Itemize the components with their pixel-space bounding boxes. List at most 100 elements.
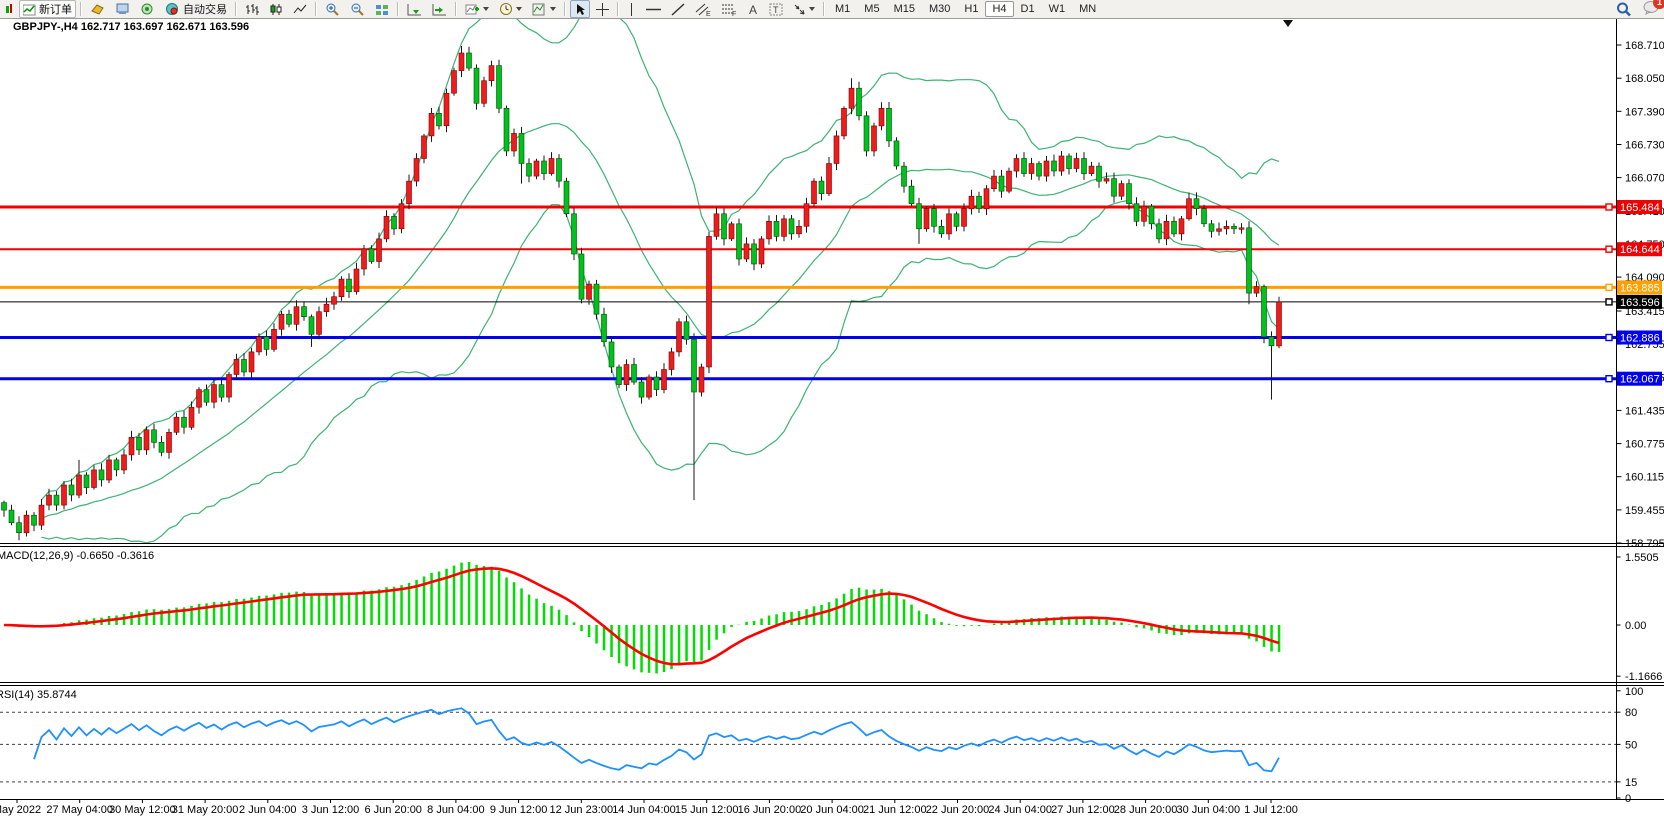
- autotrading-icon: [165, 2, 180, 16]
- svg-text:1.5505: 1.5505: [1625, 552, 1659, 564]
- svg-text:3 Jun 12:00: 3 Jun 12:00: [302, 804, 360, 816]
- vertical-line-button[interactable]: [623, 0, 640, 18]
- clock-icon: [499, 2, 513, 16]
- mini-candle-icon: [5, 3, 13, 16]
- objects-group: [460, 0, 561, 18]
- chart-canvas[interactable]: 168.710168.050167.390166.730166.070165.4…: [0, 0, 1664, 819]
- svg-text:80: 80: [1625, 707, 1637, 719]
- candlestick-chart-button[interactable]: [265, 0, 287, 18]
- cursor-button[interactable]: [570, 0, 590, 18]
- svg-text:A: A: [749, 3, 757, 16]
- toolbar-separator: [80, 2, 82, 16]
- arrows-caret-icon: [809, 7, 815, 11]
- new-order-button[interactable]: 新订单: [19, 0, 76, 18]
- text-icon: A: [747, 3, 759, 16]
- chart-ohlc-header: GBPJPY-,H4 162.717 163.697 162.671 163.5…: [13, 21, 249, 33]
- chart-shift-marker: [1283, 20, 1293, 27]
- line-chart-button[interactable]: [289, 0, 311, 18]
- equidistant-channel-button[interactable]: E: [691, 0, 715, 18]
- trendline-icon: [671, 3, 685, 16]
- text-button[interactable]: A: [743, 0, 763, 18]
- new-order-icon: [23, 3, 36, 16]
- candlestick-chart-icon: [269, 3, 283, 16]
- templates-button[interactable]: [528, 0, 560, 18]
- tile-windows-button[interactable]: [371, 0, 393, 18]
- timeframe-m30[interactable]: M30: [922, 1, 957, 17]
- timeframe-w1[interactable]: W1: [1042, 1, 1073, 17]
- vertical-line-icon: [627, 3, 636, 16]
- timeframe-m15[interactable]: M15: [887, 1, 922, 17]
- zoom-in-button[interactable]: [321, 0, 344, 18]
- svg-text:F: F: [732, 11, 736, 16]
- hline-handle: [1606, 299, 1612, 305]
- svg-text:21 Jun 12:00: 21 Jun 12:00: [863, 804, 927, 816]
- zoom-out-icon: [350, 2, 365, 16]
- toolbar-separator: [235, 2, 237, 16]
- svg-text:162.886: 162.886: [1620, 333, 1660, 345]
- scroll-group: [402, 0, 452, 18]
- new-order-label: 新订单: [39, 1, 72, 17]
- svg-text:166.730: 166.730: [1625, 140, 1664, 152]
- svg-text:165.484: 165.484: [1620, 202, 1660, 214]
- indicators-button[interactable]: [461, 0, 493, 18]
- search-button[interactable]: [1612, 0, 1636, 18]
- line-chart-icon: [293, 3, 307, 16]
- toolbar-separator: [315, 2, 317, 16]
- navigator-icon: [140, 2, 155, 16]
- data-window-button[interactable]: [111, 0, 134, 18]
- timeframe-mn[interactable]: MN: [1072, 1, 1103, 17]
- svg-text:100: 100: [1625, 686, 1643, 698]
- timeframe-d1[interactable]: D1: [1014, 1, 1042, 17]
- svg-text:22 Jun 20:00: 22 Jun 20:00: [926, 804, 990, 816]
- market-watch-button[interactable]: [86, 0, 109, 18]
- crosshair-button[interactable]: [592, 0, 613, 18]
- svg-text:31 May 20:00: 31 May 20:00: [172, 804, 239, 816]
- chat-button[interactable]: 1: [1643, 0, 1660, 18]
- text-label-button[interactable]: T: [765, 0, 787, 18]
- svg-text:12 Jun 23:00: 12 Jun 23:00: [549, 804, 613, 816]
- toolbar-separator: [397, 2, 399, 16]
- svg-text:15 Jun 12:00: 15 Jun 12:00: [675, 804, 739, 816]
- indicators-caret-icon: [483, 7, 489, 11]
- fibonacci-button[interactable]: F: [717, 0, 741, 18]
- toolbar-separator: [564, 2, 566, 16]
- navigator-button[interactable]: [136, 0, 159, 18]
- svg-text:May 2022: May 2022: [0, 804, 41, 816]
- timeframe-m5[interactable]: M5: [857, 1, 886, 17]
- svg-text:159.455: 159.455: [1625, 505, 1664, 517]
- horizontal-line-icon: [646, 3, 661, 16]
- templates-caret-icon: [550, 7, 556, 11]
- timeframe-h1[interactable]: H1: [957, 1, 985, 17]
- periods-button[interactable]: [495, 0, 526, 18]
- svg-text:163.596: 163.596: [1620, 297, 1660, 309]
- autotrading-button[interactable]: 自动交易: [161, 0, 231, 18]
- horizontal-line-button[interactable]: [642, 0, 665, 18]
- zoom-out-button[interactable]: [346, 0, 369, 18]
- zoom-group: [320, 0, 394, 18]
- rsi-indicator-label: RSI(14) 35.8744: [0, 689, 77, 701]
- arrows-button[interactable]: [789, 0, 819, 18]
- crosshair-icon: [596, 3, 609, 16]
- order-group: 新订单: [0, 0, 77, 18]
- svg-text:0: 0: [1625, 793, 1631, 805]
- hline-handle: [1606, 284, 1612, 290]
- trendline-button[interactable]: [667, 0, 689, 18]
- text-label-icon: T: [769, 3, 783, 16]
- auto-scroll-button[interactable]: [403, 0, 426, 18]
- timeframe-m1[interactable]: M1: [828, 1, 857, 17]
- cursor-icon: [574, 3, 586, 16]
- svg-text:161.435: 161.435: [1625, 405, 1664, 417]
- svg-text:30 Jun 04:00: 30 Jun 04:00: [1176, 804, 1240, 816]
- chart-type-group: [240, 0, 312, 18]
- tile-windows-icon: [375, 3, 389, 16]
- chart-shift-icon: [432, 3, 447, 16]
- svg-text:158.795: 158.795: [1625, 538, 1664, 550]
- drawing-tools-group: E F A T: [569, 0, 820, 18]
- timeframe-h4[interactable]: H4: [985, 1, 1013, 17]
- bar-chart-button[interactable]: [241, 0, 263, 18]
- svg-text:163.885: 163.885: [1620, 282, 1660, 294]
- hline-handle: [1606, 376, 1612, 382]
- auto-scroll-icon: [407, 3, 422, 16]
- chart-shift-button[interactable]: [428, 0, 451, 18]
- svg-text:8 Jun 04:00: 8 Jun 04:00: [427, 804, 485, 816]
